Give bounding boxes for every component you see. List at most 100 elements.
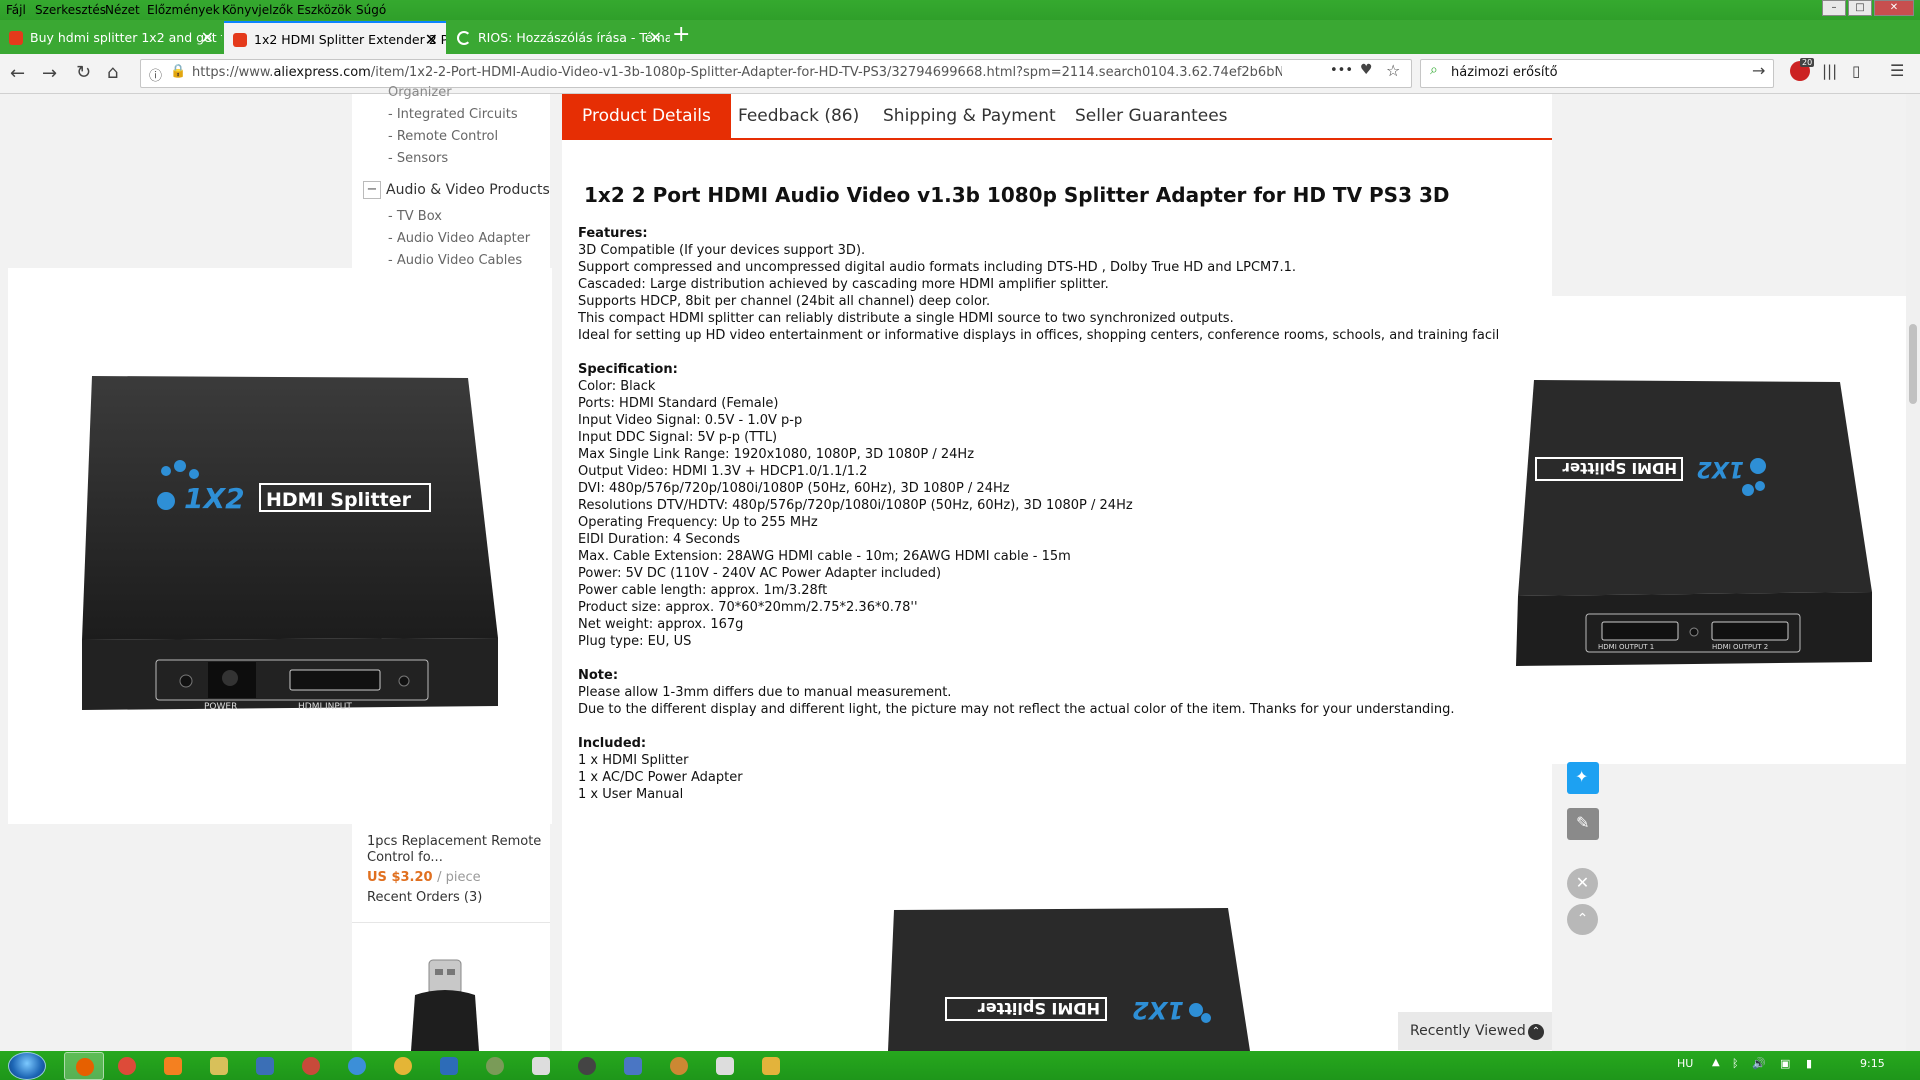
port-output1-label: HDMI OUTPUT 1: [1598, 643, 1654, 651]
sidebar-item-sensors[interactable]: - Sensors: [388, 151, 448, 166]
page-actions-button[interactable]: •••: [1330, 63, 1353, 78]
info-icon[interactable]: ⓘ: [149, 65, 162, 84]
maximize-button[interactable]: □: [1848, 0, 1872, 16]
product-image-right[interactable]: 1X2 HDMI Splitter HDMI OUTPUT 1 HDMI OUT…: [1498, 296, 1920, 764]
window-close-button[interactable]: ✕: [1874, 0, 1914, 16]
url-text[interactable]: https://www.aliexpress.com/item/1x2-2-Po…: [192, 65, 1282, 80]
collapse-toggle-icon[interactable]: −: [363, 181, 381, 199]
tab-product-details[interactable]: Product Details: [562, 94, 731, 139]
app-icon[interactable]: [624, 1057, 642, 1075]
app-icon[interactable]: [210, 1057, 228, 1075]
hdmi-splitter-front-image: 1X2 HDMI Splitter POWER HDMI INPUT: [82, 376, 498, 712]
app-icon[interactable]: [670, 1057, 688, 1075]
taskbar-firefox-active[interactable]: [64, 1052, 104, 1080]
sidebar-item-organizer[interactable]: Organizer: [388, 85, 452, 100]
bluetooth-icon[interactable]: ᛒ: [1732, 1057, 1739, 1070]
app-icon[interactable]: [486, 1057, 504, 1075]
speaker-icon[interactable]: 🔊: [1752, 1057, 1766, 1070]
firefox-icon: [76, 1058, 94, 1076]
app-icon[interactable]: [302, 1057, 320, 1075]
back-arrow-icon[interactable]: ←: [10, 63, 25, 84]
home-icon[interactable]: ⌂: [107, 62, 118, 83]
tray-expand-icon[interactable]: ▲: [1712, 1057, 1720, 1068]
pocket-icon[interactable]: ♥: [1360, 62, 1373, 78]
sidebar-item-av-cables[interactable]: - Audio Video Cables: [388, 253, 522, 268]
search-go-arrow-icon[interactable]: →: [1752, 61, 1765, 80]
feature-line: Support compressed and uncompressed digi…: [578, 260, 1297, 275]
spec-line: Plug type: EU, US: [578, 634, 692, 649]
browser-tab-1[interactable]: Buy hdmi splitter 1x2 and get fr ✕: [0, 21, 222, 54]
sidebar-section-audio-video[interactable]: Audio & Video Products: [386, 182, 550, 198]
app-icon[interactable]: [578, 1057, 596, 1075]
spec-line: Color: Black: [578, 379, 656, 394]
app-icon[interactable]: [348, 1057, 366, 1075]
product-image-left[interactable]: 1X2 HDMI Splitter POWER HDMI INPUT: [8, 268, 552, 824]
sidebar-item-remote-control[interactable]: - Remote Control: [388, 129, 498, 144]
app-icon[interactable]: [394, 1057, 412, 1075]
vlc-icon[interactable]: [164, 1057, 182, 1075]
menu-bar: Fájl Szerkesztés Nézet Előzmények Könyvj…: [0, 0, 1920, 20]
tab-seller-guarantees[interactable]: Seller Guarantees: [1055, 94, 1248, 139]
search-input[interactable]: házimozi erősítő: [1451, 65, 1558, 80]
recently-viewed-bar[interactable]: Recently Viewed ⌃: [1398, 1012, 1552, 1050]
tab-close-icon[interactable]: ✕: [201, 21, 214, 54]
clock[interactable]: 9:15: [1860, 1057, 1885, 1070]
bookmark-star-icon[interactable]: ☆: [1386, 61, 1400, 80]
tab-feedback[interactable]: Feedback (86): [718, 94, 879, 139]
app-icon[interactable]: [762, 1057, 780, 1075]
menu-help[interactable]: Súgó: [356, 3, 386, 17]
tab-close-icon[interactable]: ✕: [649, 21, 662, 54]
app-icon[interactable]: [440, 1057, 458, 1075]
menu-history[interactable]: Előzmények: [147, 3, 220, 17]
usb-device-thumbnail[interactable]: [405, 955, 485, 1051]
port-power-label: POWER: [204, 702, 237, 712]
addon-badge: 20: [1800, 58, 1815, 67]
sidebar-item-av-adapter[interactable]: - Audio Video Adapter: [388, 231, 530, 246]
minimize-button[interactable]: –: [1822, 0, 1846, 16]
edit-button[interactable]: ✎: [1567, 808, 1599, 840]
hamburger-menu-icon[interactable]: ☰: [1890, 61, 1904, 80]
scroll-top-icon[interactable]: ⌃: [1567, 904, 1598, 935]
logo-1x2-rotated: 1X2: [1696, 456, 1744, 481]
sidebar-toggle-icon[interactable]: ▯: [1852, 62, 1860, 80]
twitter-share-button[interactable]: ✦: [1567, 762, 1599, 794]
close-circle-icon[interactable]: ✕: [1567, 868, 1598, 899]
menu-edit[interactable]: Szerkesztés: [35, 3, 106, 17]
battery-icon[interactable]: ▮: [1806, 1057, 1812, 1070]
features-list: 3D Compatible (If your devices support 3…: [578, 242, 1558, 344]
reload-icon[interactable]: ↻: [76, 62, 91, 83]
tab-shipping-payment[interactable]: Shipping & Payment: [863, 94, 1076, 139]
tab-title: Buy hdmi splitter 1x2 and get fr: [30, 30, 222, 45]
scrollbar-thumb[interactable]: [1909, 324, 1917, 404]
menu-bookmarks[interactable]: Könyvjelzők: [222, 3, 293, 17]
spec-line: Product size: approx. 70*60*20mm/2.75*2.…: [578, 600, 918, 615]
tab-close-icon[interactable]: ✕: [425, 23, 438, 54]
browser-tab-3[interactable]: RIOS: Hozzászólás írása - Téma ✕: [448, 21, 670, 54]
promo-title[interactable]: 1pcs Replacement Remote Control fo...: [367, 834, 542, 866]
included-line: 1 x User Manual: [578, 787, 684, 802]
aliexpress-favicon-icon: [233, 33, 247, 47]
search-engine-icon[interactable]: ⌕: [1430, 62, 1438, 78]
start-button[interactable]: [8, 1052, 46, 1080]
app-icon[interactable]: [256, 1057, 274, 1075]
sidebar-item-integrated-circuits[interactable]: - Integrated Circuits: [388, 107, 518, 122]
port-output2-label: HDMI OUTPUT 2: [1712, 643, 1768, 651]
app-icon[interactable]: [532, 1057, 550, 1075]
menu-file[interactable]: Fájl: [6, 3, 26, 17]
browser-tab-2[interactable]: 1x2 HDMI Splitter Extender 2 Po ✕: [224, 21, 446, 54]
network-icon[interactable]: ▣: [1780, 1057, 1790, 1070]
specification-list: Color: Black Ports: HDMI Standard (Female…: [578, 378, 1558, 650]
sidebar-item-tv-box[interactable]: - TV Box: [388, 209, 442, 224]
menu-tools[interactable]: Eszközök: [297, 3, 352, 17]
chrome-icon[interactable]: [118, 1057, 136, 1075]
forward-arrow-icon[interactable]: →: [42, 63, 57, 84]
library-icon[interactable]: |||: [1822, 62, 1837, 80]
scrollbar[interactable]: [1906, 94, 1920, 1051]
language-indicator[interactable]: HU: [1677, 1057, 1693, 1070]
app-icon[interactable]: [716, 1057, 734, 1075]
product-image-bottom[interactable]: 1X2 HDMI Splitter: [880, 900, 1260, 1051]
menu-view[interactable]: Nézet: [105, 3, 140, 17]
spec-line: Operating Frequency: Up to 255 MHz: [578, 515, 818, 530]
new-tab-button[interactable]: +: [672, 22, 690, 47]
lock-icon: 🔒: [170, 64, 187, 79]
